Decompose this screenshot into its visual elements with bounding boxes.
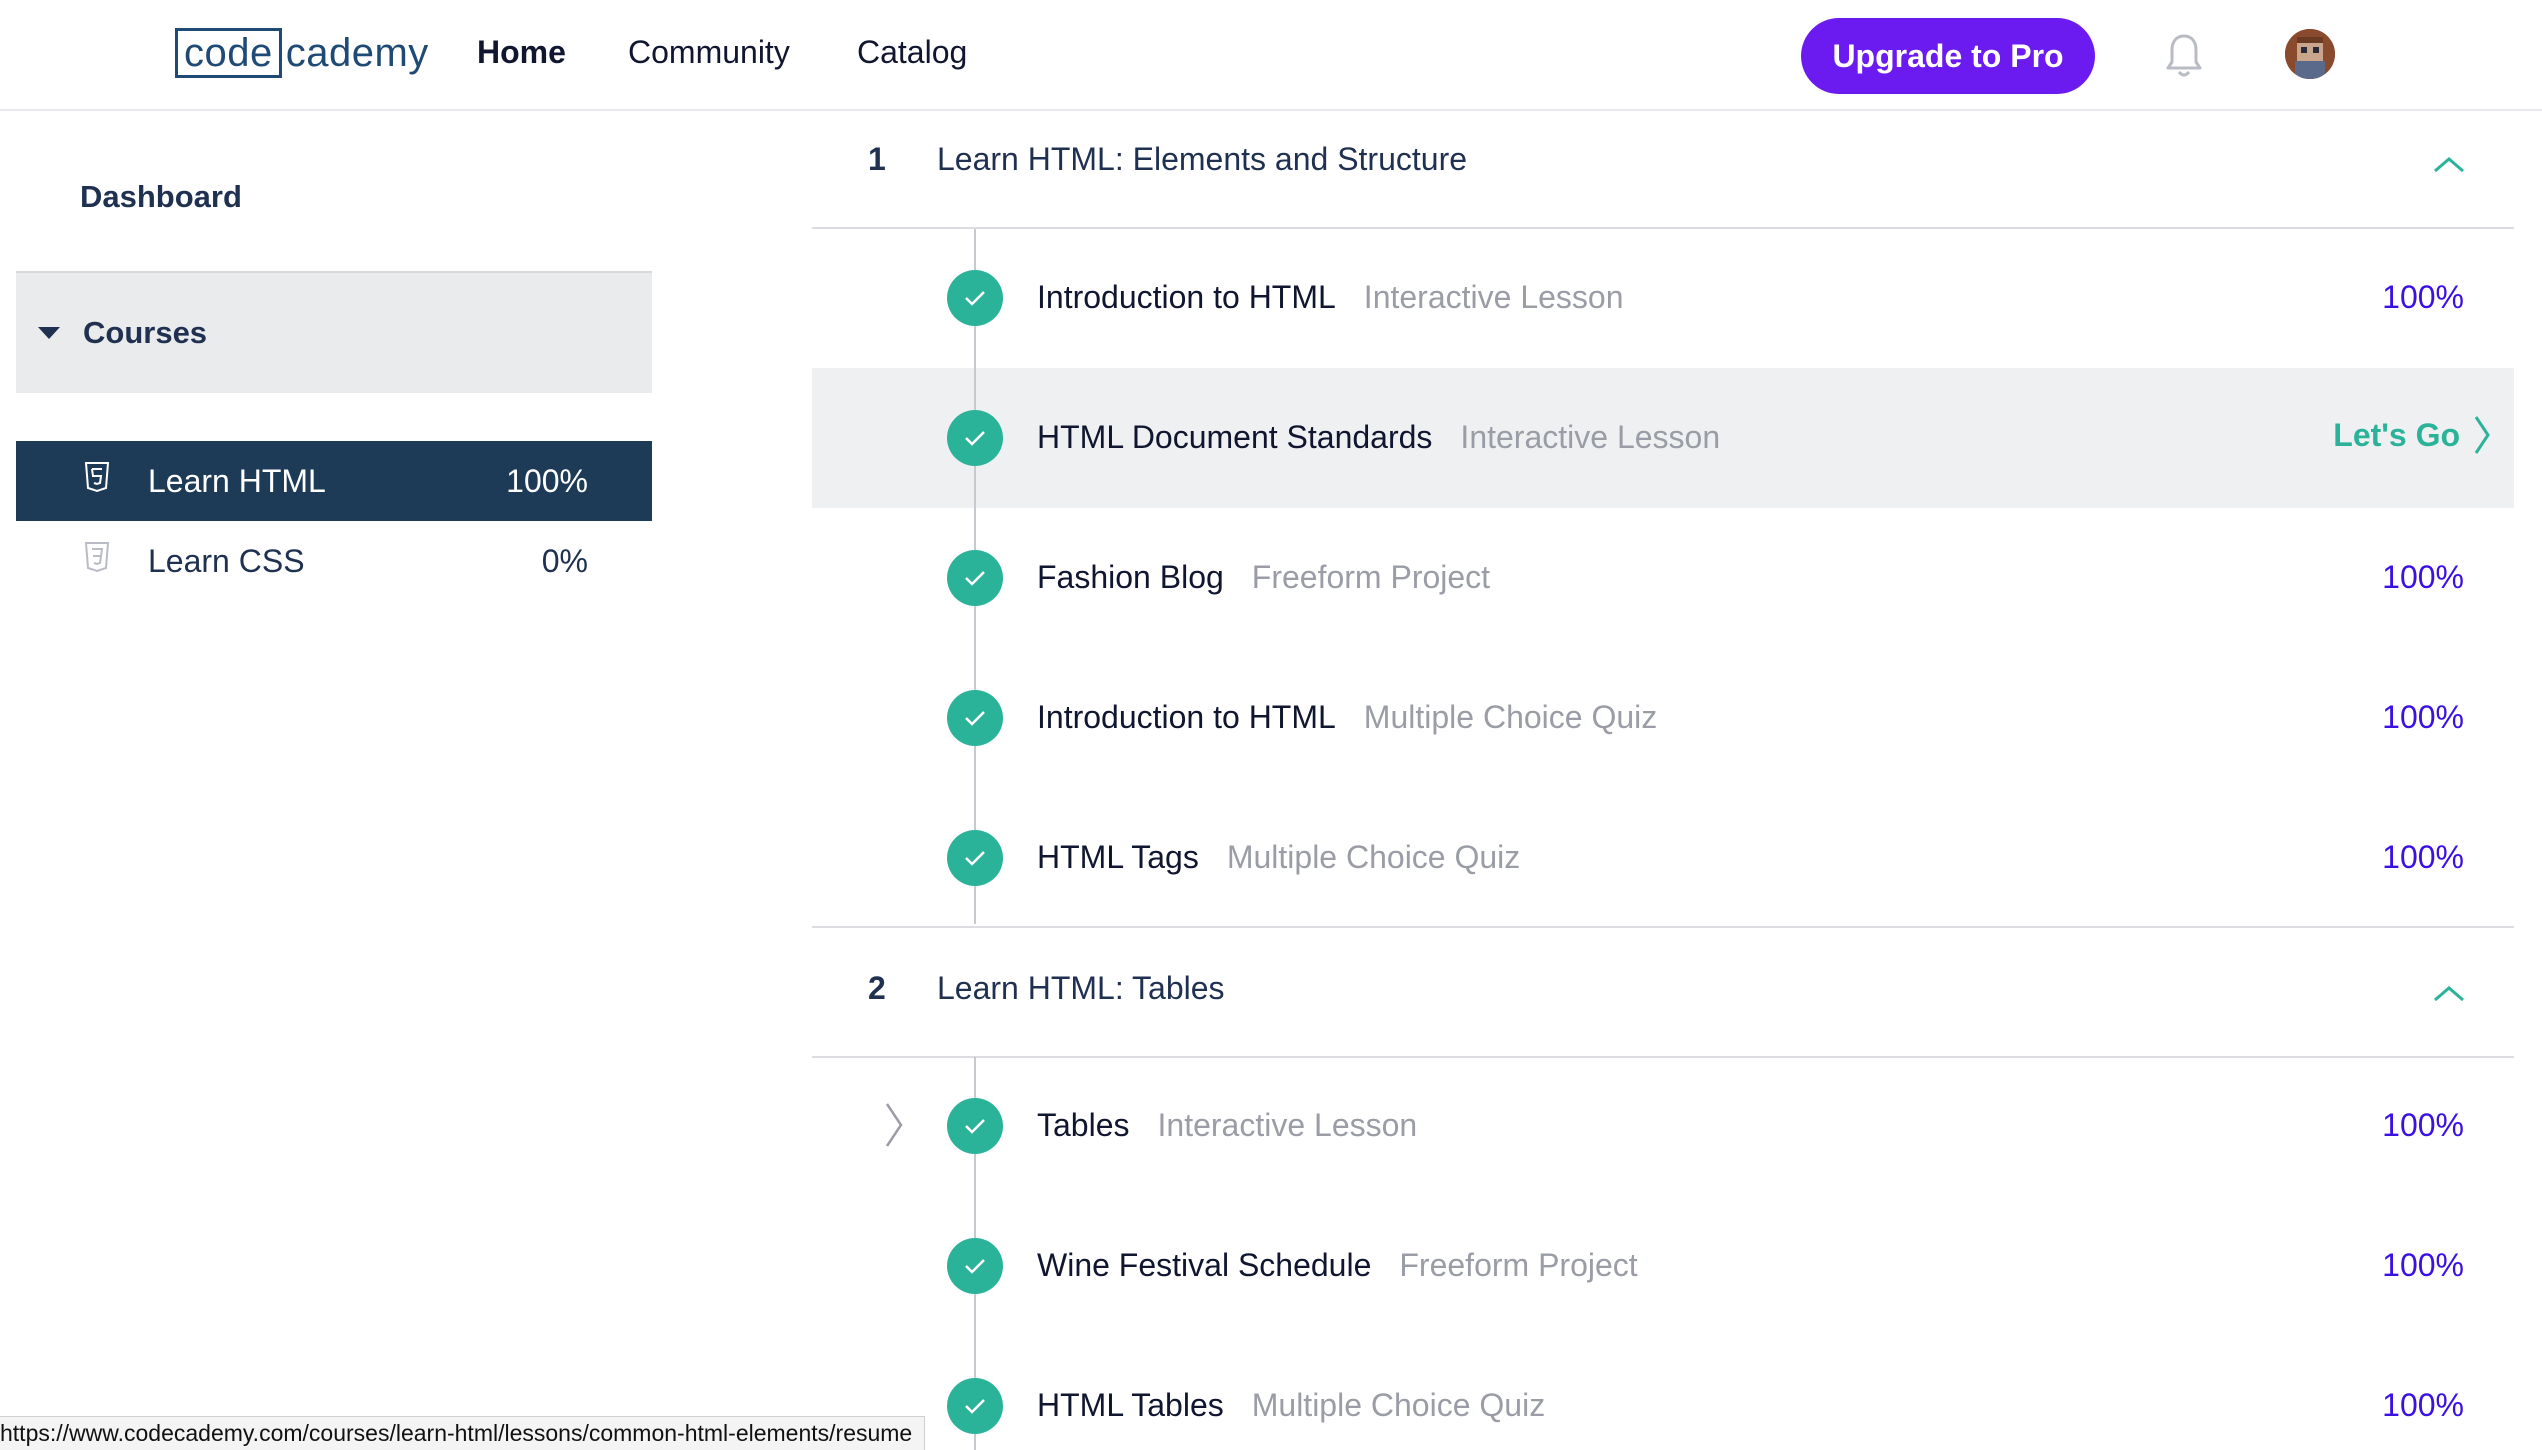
nav-catalog-link[interactable]: Catalog bbox=[857, 34, 967, 71]
current-position-arrow-icon bbox=[885, 1103, 903, 1147]
lesson-row[interactable]: Introduction to HTML Interactive Lesson 1… bbox=[812, 228, 2514, 368]
course-name: Learn CSS bbox=[148, 542, 305, 579]
lesson-row[interactable]: HTML Tags Multiple Choice Quiz 100% bbox=[812, 788, 2514, 928]
lesson-type: Multiple Choice Quiz bbox=[1251, 1387, 1546, 1423]
nav-community-link[interactable]: Community bbox=[628, 34, 790, 71]
lesson-type: Freeform Project bbox=[1399, 1247, 1638, 1283]
module-header-1[interactable]: 1 Learn HTML: Elements and Structure bbox=[812, 111, 2514, 229]
caret-down-icon bbox=[38, 327, 60, 339]
lesson-percent: 100% bbox=[2382, 1387, 2464, 1423]
completed-check-icon bbox=[947, 1238, 1003, 1294]
lesson-title: Tables bbox=[1037, 1107, 1130, 1143]
lesson-type: Interactive Lesson bbox=[1363, 279, 1624, 315]
lesson-title: Introduction to HTML bbox=[1037, 699, 1336, 735]
module-title: Learn HTML: Elements and Structure bbox=[937, 141, 1468, 177]
user-avatar[interactable] bbox=[2285, 29, 2335, 79]
lesson-title: HTML Tables bbox=[1037, 1387, 1224, 1423]
lesson-percent: 100% bbox=[2382, 279, 2464, 315]
lesson-title: Wine Festival Schedule bbox=[1037, 1247, 1372, 1283]
lesson-row[interactable]: Introduction to HTML Multiple Choice Quiz… bbox=[812, 648, 2514, 788]
course-name: Learn HTML bbox=[148, 462, 326, 499]
lesson-row[interactable]: Wine Festival Schedule Freeform Project 1… bbox=[812, 1196, 2514, 1336]
chevron-right-icon bbox=[2474, 416, 2490, 454]
upgrade-to-pro-button[interactable]: Upgrade to Pro bbox=[1801, 18, 2095, 94]
lesson-percent: 100% bbox=[2382, 559, 2464, 595]
lesson-title: Introduction to HTML bbox=[1037, 279, 1336, 315]
lesson-type: Interactive Lesson bbox=[1157, 1107, 1418, 1143]
lets-go-label: Let's Go bbox=[2333, 416, 2460, 453]
lesson-type: Multiple Choice Quiz bbox=[1363, 699, 1658, 735]
nav-home-link[interactable]: Home bbox=[477, 34, 566, 71]
lesson-percent: 100% bbox=[2382, 1247, 2464, 1283]
lesson-type: Freeform Project bbox=[1251, 559, 1491, 595]
lesson-row[interactable]: Fashion Blog Freeform Project 100% bbox=[812, 508, 2514, 648]
dashboard-link[interactable]: Dashboard bbox=[80, 179, 242, 215]
lesson-row[interactable]: HTML Document Standards Interactive Lesso… bbox=[812, 368, 2514, 508]
sidebar-course-learn-css[interactable]: Learn CSS 0% bbox=[16, 521, 652, 601]
lesson-row[interactable]: HTML Tables Multiple Choice Quiz 100% bbox=[812, 1336, 2514, 1450]
module-title: Learn HTML: Tables bbox=[937, 970, 1225, 1006]
module-number: 2 bbox=[868, 970, 886, 1006]
lesson-title: Fashion Blog bbox=[1037, 559, 1224, 595]
completed-check-icon bbox=[947, 690, 1003, 746]
lesson-title: HTML Document Standards bbox=[1037, 419, 1433, 455]
notifications-bell-icon[interactable] bbox=[2164, 32, 2204, 80]
completed-check-icon bbox=[947, 830, 1003, 886]
sidebar: Dashboard Courses Learn HTML 100% Learn … bbox=[0, 113, 660, 1450]
courses-label: Courses bbox=[83, 315, 208, 350]
lesson-title: HTML Tags bbox=[1037, 839, 1199, 875]
browser-status-bar-url: https://www.codecademy.com/courses/learn… bbox=[0, 1416, 926, 1450]
chevron-up-icon[interactable] bbox=[2432, 153, 2466, 175]
codecademy-logo[interactable]: code cademy bbox=[175, 28, 429, 78]
courses-section-toggle[interactable]: Courses bbox=[16, 271, 652, 393]
logo-boxed-text: code bbox=[175, 28, 282, 78]
lesson-type: Multiple Choice Quiz bbox=[1226, 839, 1521, 875]
completed-check-icon bbox=[947, 270, 1003, 326]
completed-check-icon bbox=[947, 1098, 1003, 1154]
module-number: 1 bbox=[868, 141, 886, 177]
completed-check-icon bbox=[947, 1378, 1003, 1434]
html5-icon bbox=[84, 461, 110, 493]
lets-go-button[interactable]: Let's Go bbox=[2333, 414, 2492, 456]
chevron-up-icon[interactable] bbox=[2432, 982, 2466, 1004]
logo-text: cademy bbox=[285, 31, 429, 75]
course-percent: 100% bbox=[506, 462, 588, 499]
css3-icon bbox=[84, 541, 110, 573]
lesson-row[interactable]: Tables Interactive Lesson 100% bbox=[812, 1056, 2514, 1196]
syllabus-content: 1 Learn HTML: Elements and Structure Int… bbox=[812, 111, 2514, 1450]
module-header-2[interactable]: 2 Learn HTML: Tables bbox=[812, 926, 2514, 1058]
completed-check-icon bbox=[947, 410, 1003, 466]
completed-check-icon bbox=[947, 550, 1003, 606]
lesson-type: Interactive Lesson bbox=[1460, 419, 1721, 455]
lesson-percent: 100% bbox=[2382, 699, 2464, 735]
sidebar-course-learn-html[interactable]: Learn HTML 100% bbox=[16, 441, 652, 521]
lesson-percent: 100% bbox=[2382, 839, 2464, 875]
lesson-percent: 100% bbox=[2382, 1107, 2464, 1143]
top-navigation: code cademy Home Community Catalog Upgrad… bbox=[0, 0, 2542, 111]
course-percent: 0% bbox=[541, 542, 588, 579]
